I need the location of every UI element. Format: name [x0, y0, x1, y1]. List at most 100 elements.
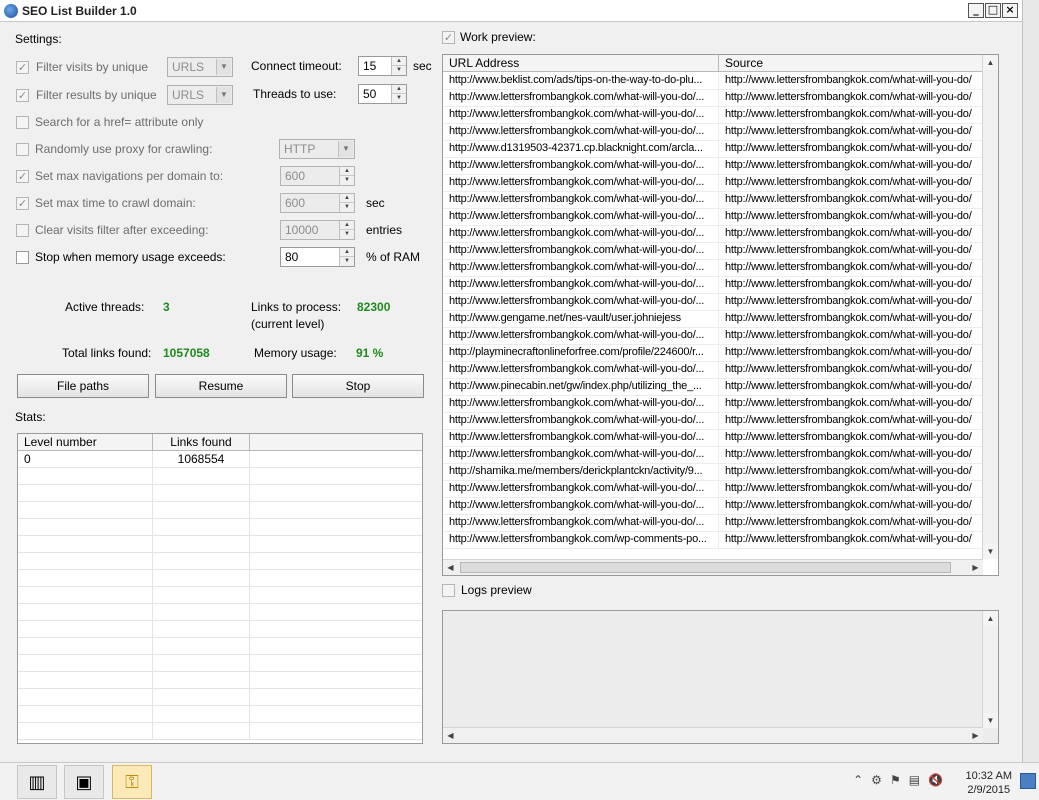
empty-table-row [18, 621, 422, 638]
scroll-up-icon[interactable]: ▲ [983, 611, 998, 626]
source-header[interactable]: Source [719, 55, 983, 71]
scroll-left-icon[interactable]: ◀ [443, 728, 458, 743]
stats-table[interactable]: Level number Links found 0 1068554 [17, 433, 423, 744]
logs-horizontal-scrollbar[interactable]: ◀ ▶ [443, 727, 983, 743]
logs-vertical-scrollbar[interactable]: ▲ ▼ [982, 611, 998, 728]
resume-button[interactable]: Resume [155, 374, 287, 398]
spin-up-icon[interactable]: ▲ [392, 85, 406, 94]
list-item[interactable]: http://www.lettersfrombangkok.com/what-w… [443, 124, 983, 141]
list-item[interactable]: http://www.lettersfrombangkok.com/what-w… [443, 481, 983, 498]
work-preview-checkbox[interactable]: ✓ [442, 31, 455, 44]
href-only-checkbox[interactable] [16, 116, 29, 129]
threads-stepper[interactable]: 50 ▲ ▼ [358, 84, 407, 104]
clock[interactable]: 10:32 AM 2/9/2015 [966, 769, 1012, 797]
work-preview-list[interactable]: URL Address Source http://www.beklist.co… [442, 54, 999, 576]
clear-visits-stepper[interactable]: 10000 ▲ ▼ [280, 220, 355, 240]
filter-results-checkbox[interactable]: ✓ [16, 89, 29, 102]
max-time-checkbox[interactable]: ✓ [16, 197, 29, 210]
list-item[interactable]: http://www.lettersfrombangkok.com/what-w… [443, 515, 983, 532]
vertical-scrollbar[interactable]: ▲ ▼ [982, 55, 998, 559]
list-item[interactable]: http://www.lettersfrombangkok.com/what-w… [443, 447, 983, 464]
spin-up-icon[interactable]: ▲ [340, 194, 354, 203]
scroll-up-icon[interactable]: ▲ [983, 55, 998, 70]
list-item[interactable]: http://www.lettersfrombangkok.com/what-w… [443, 260, 983, 277]
list-item[interactable]: http://www.lettersfrombangkok.com/what-w… [443, 243, 983, 260]
scroll-down-icon[interactable]: ▼ [983, 544, 998, 559]
list-item[interactable]: http://www.lettersfrombangkok.com/what-w… [443, 226, 983, 243]
list-item[interactable]: http://www.lettersfrombangkok.com/what-w… [443, 362, 983, 379]
list-item[interactable]: http://shamika.me/members/derickplantckn… [443, 464, 983, 481]
stop-button[interactable]: Stop [292, 374, 424, 398]
list-item[interactable]: http://www.lettersfrombangkok.com/what-w… [443, 209, 983, 226]
scroll-down-icon[interactable]: ▼ [983, 713, 998, 728]
list-item[interactable]: http://www.lettersfrombangkok.com/what-w… [443, 158, 983, 175]
links-found-header[interactable]: Links found [153, 434, 250, 450]
list-item[interactable]: http://www.lettersfrombangkok.com/what-w… [443, 192, 983, 209]
network-icon[interactable]: ⚙ [871, 773, 882, 787]
speaker-muted-icon[interactable]: 🔇 [928, 773, 943, 787]
filter-visits-combo[interactable]: URLS ▼ [167, 57, 233, 77]
empty-cell [153, 655, 250, 671]
list-item[interactable]: http://www.lettersfrombangkok.com/what-w… [443, 294, 983, 311]
list-item[interactable]: http://www.lettersfrombangkok.com/what-w… [443, 107, 983, 124]
list-item[interactable]: http://www.lettersfrombangkok.com/what-w… [443, 396, 983, 413]
url-address-header[interactable]: URL Address [443, 55, 719, 71]
table-row[interactable]: 0 1068554 [18, 451, 422, 468]
spin-down-icon[interactable]: ▼ [392, 66, 406, 75]
list-item[interactable]: http://www.lettersfrombangkok.com/what-w… [443, 498, 983, 515]
list-item[interactable]: http://www.lettersfrombangkok.com/what-w… [443, 277, 983, 294]
list-item[interactable]: http://www.lettersfrombangkok.com/wp-com… [443, 532, 983, 549]
list-item[interactable]: http://www.lettersfrombangkok.com/what-w… [443, 328, 983, 345]
list-item[interactable]: http://www.beklist.com/ads/tips-on-the-w… [443, 73, 983, 90]
stop-memory-stepper[interactable]: 80 ▲ ▼ [280, 247, 355, 267]
spin-up-icon[interactable]: ▲ [340, 221, 354, 230]
proxy-type-combo[interactable]: HTTP ▼ [279, 139, 355, 159]
logs-preview-checkbox[interactable] [442, 584, 455, 597]
list-item[interactable]: http://www.lettersfrombangkok.com/what-w… [443, 413, 983, 430]
scroll-left-icon[interactable]: ◀ [443, 560, 458, 575]
list-item[interactable]: http://www.lettersfrombangkok.com/what-w… [443, 175, 983, 192]
show-desktop-button[interactable] [1020, 773, 1036, 789]
random-proxy-checkbox[interactable] [16, 143, 29, 156]
connect-timeout-stepper[interactable]: 15 ▲ ▼ [358, 56, 407, 76]
spin-up-icon[interactable]: ▲ [340, 248, 354, 257]
scroll-right-icon[interactable]: ▶ [968, 560, 983, 575]
maximize-button[interactable]: □ [985, 3, 1001, 18]
spin-down-icon[interactable]: ▼ [340, 176, 354, 185]
max-navigations-checkbox[interactable]: ✓ [16, 170, 29, 183]
scroll-right-icon[interactable]: ▶ [968, 728, 983, 743]
list-item[interactable]: http://www.gengame.net/nes-vault/user.jo… [443, 311, 983, 328]
scroll-thumb[interactable] [460, 562, 951, 573]
filter-results-combo[interactable]: URLS ▼ [167, 85, 233, 105]
horizontal-scrollbar[interactable]: ◀ ▶ [443, 559, 983, 575]
list-item[interactable]: http://www.lettersfrombangkok.com/what-w… [443, 430, 983, 447]
spin-up-icon[interactable]: ▲ [340, 167, 354, 176]
list-item[interactable]: http://www.pinecabin.net/gw/index.php/ut… [443, 379, 983, 396]
filter-visits-checkbox[interactable]: ✓ [16, 61, 29, 74]
list-item[interactable]: http://www.lettersfrombangkok.com/what-w… [443, 90, 983, 107]
spin-up-icon[interactable]: ▲ [392, 57, 406, 66]
spin-down-icon[interactable]: ▼ [340, 257, 354, 266]
barcode-icon[interactable]: ▥ [17, 765, 57, 799]
key-icon[interactable]: ⚿ [112, 765, 152, 799]
clear-visits-unit: entries [366, 223, 403, 237]
close-button[interactable]: × [1002, 3, 1018, 18]
list-item[interactable]: http://playminecraftonlineforfree.com/pr… [443, 345, 983, 362]
display-icon[interactable]: ▤ [909, 773, 920, 787]
spin-down-icon[interactable]: ▼ [340, 230, 354, 239]
level-number-header[interactable]: Level number [18, 434, 153, 450]
max-time-stepper[interactable]: 600 ▲ ▼ [280, 193, 355, 213]
spin-down-icon[interactable]: ▼ [392, 94, 406, 103]
stop-memory-checkbox[interactable] [16, 251, 29, 264]
file-paths-button[interactable]: File paths [17, 374, 149, 398]
flag-icon[interactable]: ⚑ [890, 773, 901, 787]
minimize-button[interactable]: _ [968, 3, 984, 18]
list-item[interactable]: http://www.d1319503-42371.cp.blacknight.… [443, 141, 983, 158]
spin-down-icon[interactable]: ▼ [340, 203, 354, 212]
url-address-cell: http://www.lettersfrombangkok.com/what-w… [443, 107, 719, 123]
clear-visits-checkbox[interactable] [16, 224, 29, 237]
max-navigations-stepper[interactable]: 600 ▲ ▼ [280, 166, 355, 186]
monitor-icon[interactable]: ▣ [64, 765, 104, 799]
logs-textarea[interactable]: ▲ ▼ ◀ ▶ [442, 610, 999, 744]
chevron-up-icon[interactable]: ⌃ [853, 773, 863, 787]
